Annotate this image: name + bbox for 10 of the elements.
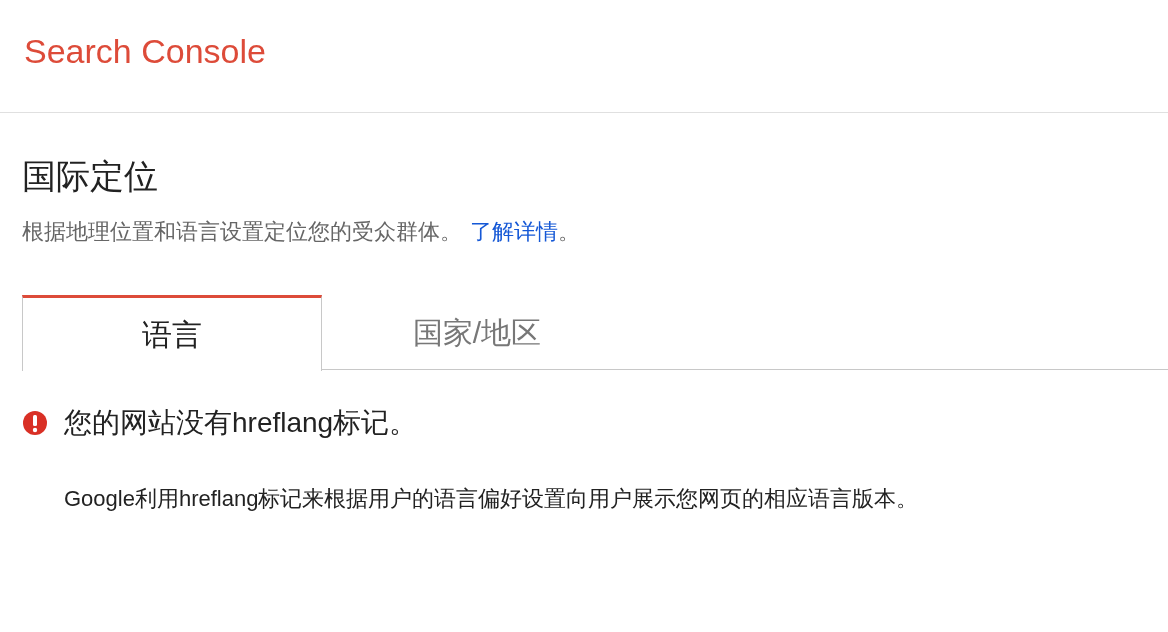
message-title: 您的网站没有hreflang标记。: [64, 406, 418, 440]
description-text: 根据地理位置和语言设置定位您的受众群体。: [22, 219, 462, 244]
page-title: 国际定位: [22, 156, 159, 197]
learn-more-link[interactable]: 了解详情: [470, 219, 558, 244]
punctuation-text: 。: [558, 219, 580, 244]
error-icon: [22, 410, 48, 436]
message-body: Google利用hreflang标记来根据用户的语言偏好设置向用户展示您网页的相应语言版本。: [64, 485, 920, 513]
tab[interactable]: 国家/地区: [322, 295, 632, 370]
app-title[interactable]: Search Console: [24, 25, 266, 77]
tab[interactable]: 语言: [22, 295, 322, 371]
